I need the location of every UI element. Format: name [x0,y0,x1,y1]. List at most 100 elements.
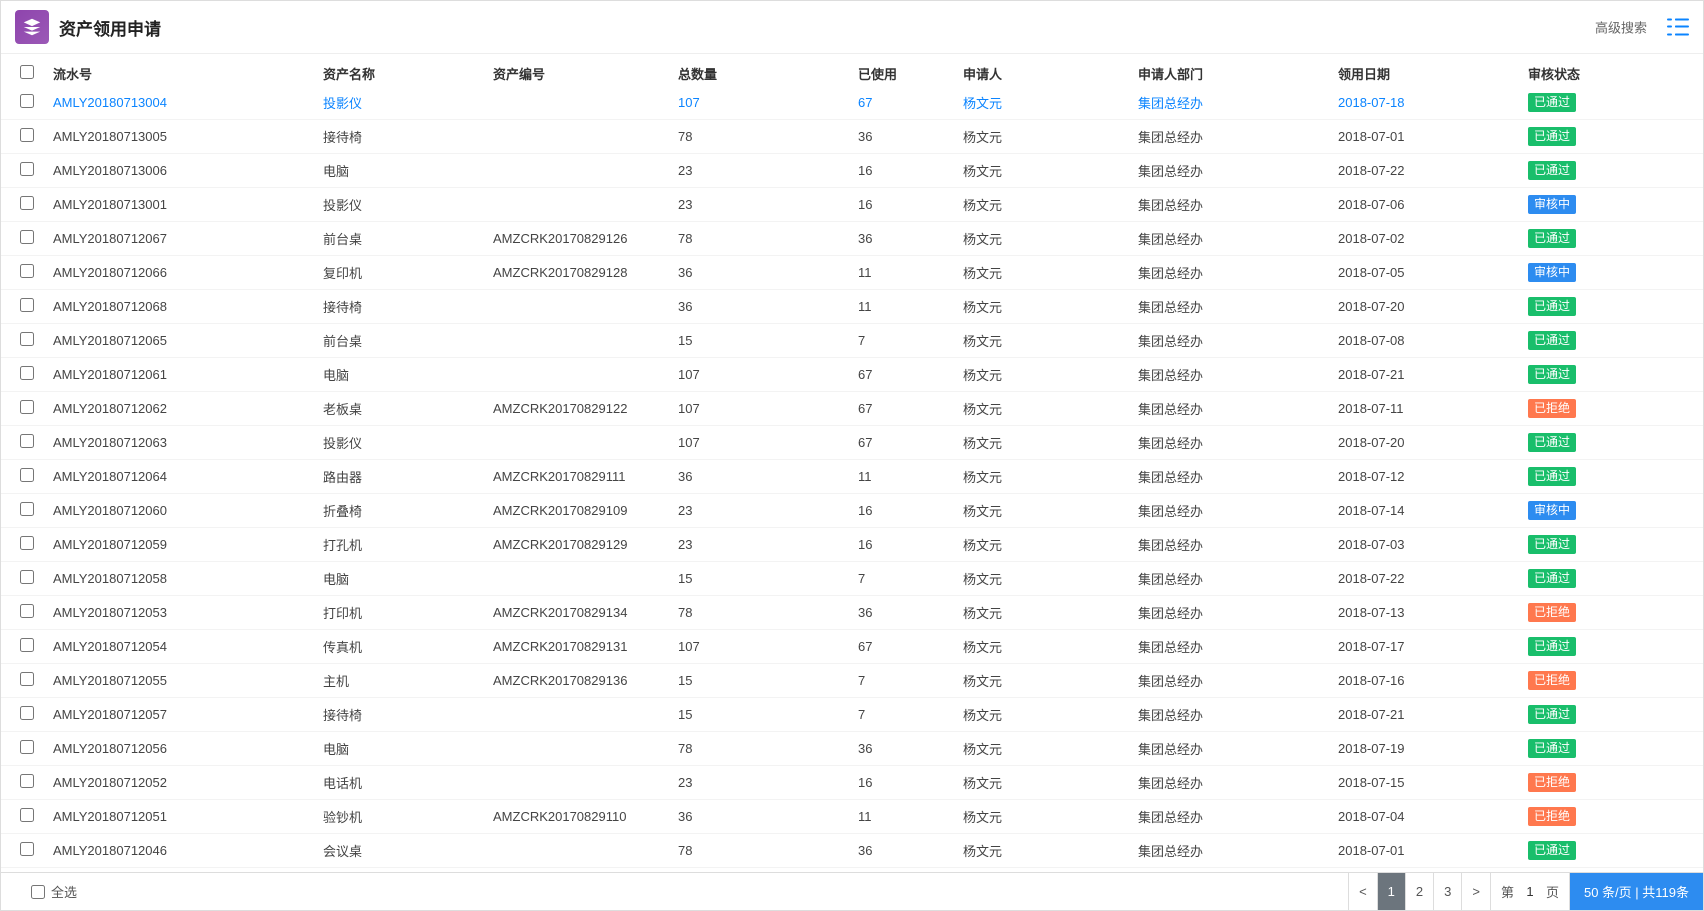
page-prefix-label: 第 [1501,882,1514,901]
cell-department: 集团总经办 [1138,494,1338,528]
row-checkbox[interactable] [20,196,34,210]
col-header-applicant[interactable]: 申请人 [963,54,1138,94]
row-checkbox[interactable] [20,706,34,720]
col-header-status[interactable]: 审核状态 [1528,54,1703,94]
cell-applicant: 杨文元 [963,528,1138,562]
cell-department: 集团总经办 [1138,188,1338,222]
col-header-serial[interactable]: 流水号 [53,54,323,94]
table-row[interactable]: AMLY20180712060折叠椅AMZCRK201708291092316杨… [1,494,1703,528]
col-header-total[interactable]: 总数量 [678,54,858,94]
table-row[interactable]: AMLY20180712055主机AMZCRK20170829136157杨文元… [1,664,1703,698]
cell-date: 2018-07-16 [1338,664,1528,698]
list-menu-icon[interactable] [1667,16,1689,38]
cell-serial: AMLY20180712046 [53,834,323,868]
cell-asset-code [493,188,678,222]
row-checkbox[interactable] [20,332,34,346]
table-row[interactable]: AMLY20180712051验钞机AMZCRK201708291103611杨… [1,800,1703,834]
row-checkbox[interactable] [20,502,34,516]
row-checkbox[interactable] [20,366,34,380]
cell-asset-name: 老板桌 [323,392,493,426]
table-scroll[interactable]: 流水号 资产名称 资产编号 总数量 已使用 申请人 申请人部门 领用日期 审核状… [1,54,1703,872]
row-checkbox[interactable] [20,536,34,550]
row-checkbox[interactable] [20,808,34,822]
status-badge: 已通过 [1528,365,1576,384]
row-checkbox[interactable] [20,434,34,448]
table-row[interactable]: AMLY20180712052电话机2316杨文元集团总经办2018-07-15… [1,766,1703,800]
table-row[interactable]: AMLY20180712061电脑10767杨文元集团总经办2018-07-21… [1,358,1703,392]
cell-department: 集团总经办 [1138,664,1338,698]
page-next-button[interactable]: > [1461,873,1490,910]
table-row[interactable]: AMLY20180712057接待椅157杨文元集团总经办2018-07-21已… [1,698,1703,732]
col-header-used[interactable]: 已使用 [858,54,963,94]
col-header-date[interactable]: 领用日期 [1338,54,1528,94]
cell-used: 7 [858,562,963,596]
table-row[interactable]: AMLY20180713005接待椅7836杨文元集团总经办2018-07-01… [1,120,1703,154]
col-header-asset-code[interactable]: 资产编号 [493,54,678,94]
table-row[interactable]: AMLY20180712068接待椅3611杨文元集团总经办2018-07-20… [1,290,1703,324]
table-row[interactable]: AMLY20180712046会议桌7836杨文元集团总经办2018-07-01… [1,834,1703,868]
cell-date: 2018-07-21 [1338,698,1528,732]
row-checkbox[interactable] [20,162,34,176]
col-header-asset-name[interactable]: 资产名称 [323,54,493,94]
row-checkbox[interactable] [20,128,34,142]
cell-serial: AMLY20180713001 [53,188,323,222]
cell-date: 2018-07-21 [1338,358,1528,392]
cell-asset-code [493,732,678,766]
page-number-button[interactable]: 2 [1405,873,1433,910]
table-row[interactable]: AMLY20180712058电脑157杨文元集团总经办2018-07-22已通… [1,562,1703,596]
table-row[interactable]: AMLY20180712059打孔机AMZCRK201708291292316杨… [1,528,1703,562]
page-number-button[interactable]: 3 [1433,873,1461,910]
cell-asset-name: 电脑 [323,732,493,766]
cell-total: 78 [678,732,858,766]
cell-status: 已通过 [1528,732,1703,766]
table-row[interactable]: AMLY20180712067前台桌AMZCRK201708291267836杨… [1,222,1703,256]
row-checkbox[interactable] [20,774,34,788]
row-checkbox[interactable] [20,570,34,584]
page-number-button[interactable]: 1 [1377,873,1405,910]
page-input[interactable] [1518,884,1542,899]
cell-applicant: 杨文元 [963,120,1138,154]
cell-used: 36 [858,834,963,868]
cell-status: 已拒绝 [1528,800,1703,834]
header-checkbox[interactable] [20,65,34,79]
advanced-search-button[interactable]: 高级搜索 [1585,14,1657,41]
select-all-checkbox[interactable] [31,885,45,899]
table-row[interactable]: AMLY20180712063投影仪10767杨文元集团总经办2018-07-2… [1,426,1703,460]
col-header-department[interactable]: 申请人部门 [1138,54,1338,94]
status-badge: 已通过 [1528,127,1576,146]
row-checkbox[interactable] [20,400,34,414]
cell-serial: AMLY20180712059 [53,528,323,562]
cell-applicant: 杨文元 [963,222,1138,256]
cell-status: 已拒绝 [1528,596,1703,630]
status-badge: 已通过 [1528,433,1576,452]
row-checkbox[interactable] [20,604,34,618]
table-row[interactable]: AMLY20180712066复印机AMZCRK201708291283611杨… [1,256,1703,290]
cell-applicant: 杨文元 [963,664,1138,698]
cell-department: 集团总经办 [1138,256,1338,290]
table-row[interactable]: AMLY20180712062老板桌AMZCRK2017082912210767… [1,392,1703,426]
row-checkbox[interactable] [20,298,34,312]
cell-asset-code: AMZCRK20170829129 [493,528,678,562]
row-checkbox[interactable] [20,94,34,108]
table-row[interactable]: AMLY20180712053打印机AMZCRK201708291347836杨… [1,596,1703,630]
row-checkbox[interactable] [20,638,34,652]
cell-used: 67 [858,358,963,392]
table-row[interactable]: AMLY20180712056电脑7836杨文元集团总经办2018-07-19已… [1,732,1703,766]
row-checkbox[interactable] [20,672,34,686]
cell-department: 集团总经办 [1138,834,1338,868]
select-all-label[interactable]: 全选 [31,882,77,901]
table-row[interactable]: AMLY20180712054传真机AMZCRK2017082913110767… [1,630,1703,664]
cell-total: 36 [678,256,858,290]
row-checkbox[interactable] [20,230,34,244]
row-checkbox[interactable] [20,468,34,482]
page-size-info: 50 条/页 | 共119条 [1569,873,1703,910]
table-row[interactable]: AMLY20180713001投影仪2316杨文元集团总经办2018-07-06… [1,188,1703,222]
row-checkbox[interactable] [20,842,34,856]
row-checkbox[interactable] [20,740,34,754]
cell-used: 16 [858,528,963,562]
table-row[interactable]: AMLY20180713006电脑2316杨文元集团总经办2018-07-22已… [1,154,1703,188]
table-row[interactable]: AMLY20180712065前台桌157杨文元集团总经办2018-07-08已… [1,324,1703,358]
table-row[interactable]: AMLY20180712064路由器AMZCRK201708291113611杨… [1,460,1703,494]
page-prev-button[interactable]: < [1348,873,1377,910]
row-checkbox[interactable] [20,264,34,278]
